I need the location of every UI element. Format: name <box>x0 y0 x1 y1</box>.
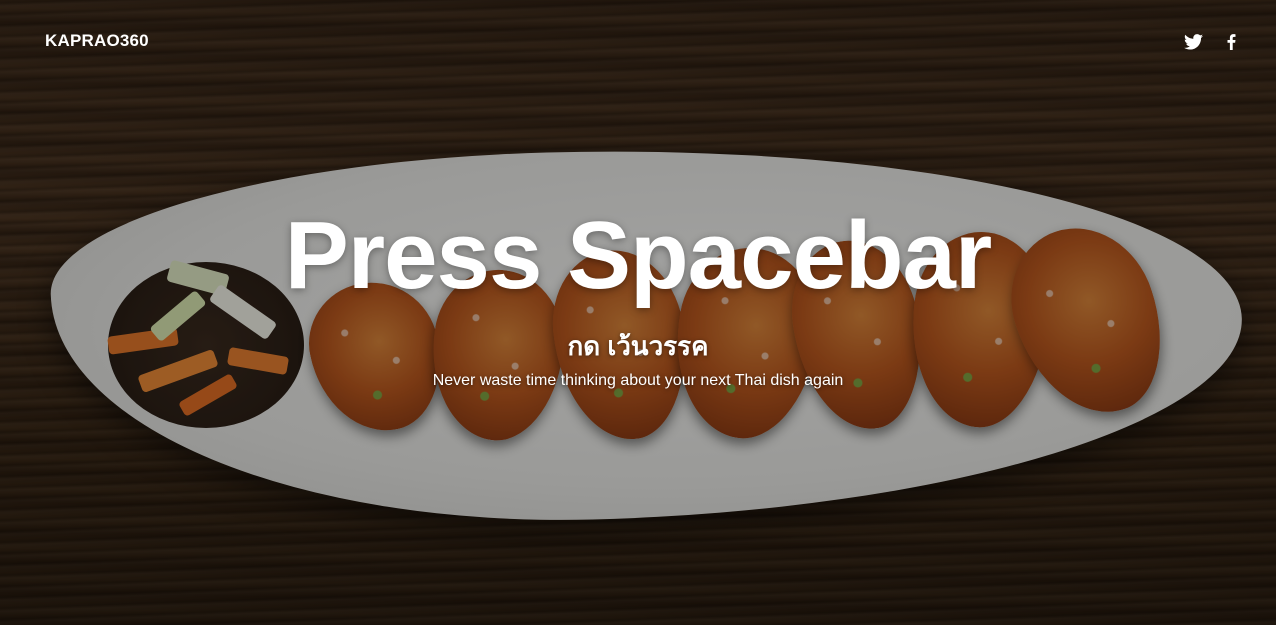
brand-logo[interactable]: KAPRAO360 <box>45 31 149 51</box>
thai-subtitle: กด เว้นวรรค <box>567 331 709 361</box>
twitter-icon <box>1183 34 1203 50</box>
twitter-link[interactable] <box>1182 32 1204 52</box>
facebook-icon <box>1227 34 1235 50</box>
tagline: Never waste time thinking about your nex… <box>432 372 844 389</box>
page-title: Press Spacebar <box>284 202 992 309</box>
facebook-link[interactable] <box>1222 32 1240 52</box>
